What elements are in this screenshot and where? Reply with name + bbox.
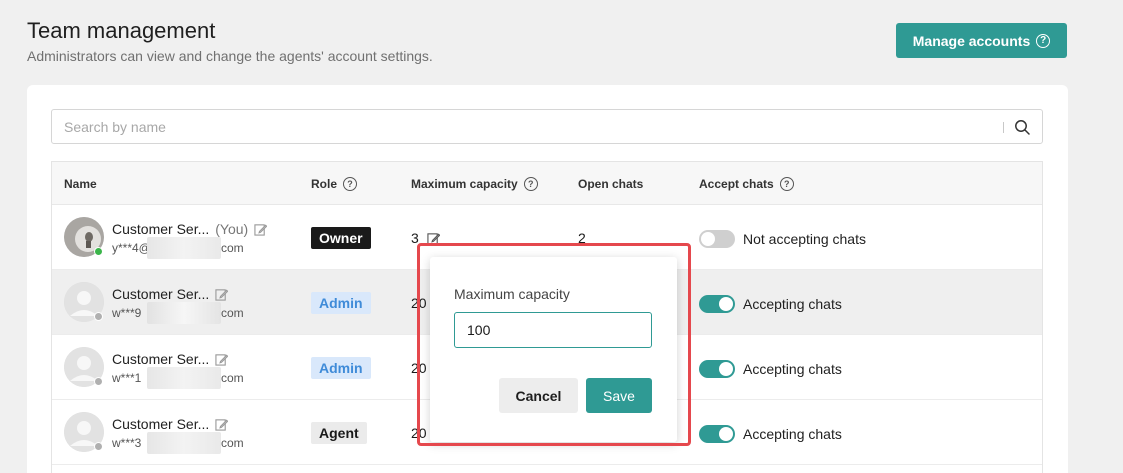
agent-name: Customer Ser... xyxy=(112,416,229,432)
agent-email: y***4@ xyxy=(112,241,151,255)
accept-chats-toggle[interactable] xyxy=(699,230,735,248)
agent-email: w***1 xyxy=(112,371,142,385)
col-role: Role? xyxy=(311,177,358,191)
help-icon[interactable]: ? xyxy=(1036,33,1051,48)
accept-status-label: Accepting chats xyxy=(743,361,842,377)
offline-status-dot xyxy=(94,442,103,451)
offline-status-dot xyxy=(94,377,103,386)
accept-help-icon[interactable]: ? xyxy=(779,177,794,191)
edit-icon[interactable] xyxy=(215,353,229,366)
agent-email-suffix: com xyxy=(221,306,244,320)
accept-status-label: Accepting chats xyxy=(743,426,842,442)
agent-email-suffix: com xyxy=(221,436,244,450)
online-status-dot xyxy=(94,247,103,256)
search-divider xyxy=(1003,122,1004,133)
page-subtitle: Administrators can view and change the a… xyxy=(27,48,433,64)
accept-chats-toggle[interactable] xyxy=(699,295,735,313)
accept-status-label: Not accepting chats xyxy=(743,231,866,247)
annotation-highlight-box xyxy=(417,243,691,446)
col-accept-chats: Accept chats? xyxy=(699,177,794,191)
search-icon[interactable] xyxy=(1014,119,1030,135)
search-placeholder: Search by name xyxy=(64,118,166,135)
redacted-email xyxy=(147,237,221,259)
accept-chats-toggle[interactable] xyxy=(699,425,735,443)
redacted-email xyxy=(147,367,221,389)
table-header: Name Role? Maximum capacity? Open chats … xyxy=(52,162,1042,205)
role-badge: Agent xyxy=(311,422,367,444)
agent-email-suffix: com xyxy=(221,241,244,255)
col-max-capacity: Maximum capacity? xyxy=(411,177,538,191)
edit-icon[interactable] xyxy=(254,223,268,236)
accept-chats-toggle[interactable] xyxy=(699,360,735,378)
manage-accounts-label: Manage accounts xyxy=(912,32,1031,49)
edit-icon[interactable] xyxy=(215,418,229,431)
role-badge: Owner xyxy=(311,227,371,249)
toggle-knob xyxy=(701,232,715,246)
redacted-email xyxy=(147,302,221,324)
agent-email: w***9 xyxy=(112,306,142,320)
offline-status-dot xyxy=(94,312,103,321)
redacted-email xyxy=(147,432,221,454)
role-help-icon[interactable]: ? xyxy=(343,177,358,191)
agent-email: w***3 xyxy=(112,436,142,450)
capacity-help-icon[interactable]: ? xyxy=(523,177,538,191)
col-name: Name xyxy=(64,177,97,191)
toggle-knob xyxy=(719,427,733,441)
agent-email-suffix: com xyxy=(221,371,244,385)
agent-name: Customer Ser... xyxy=(112,351,229,367)
agent-name: Customer Ser... (You) xyxy=(112,221,268,237)
manage-accounts-button[interactable]: Manage accounts ? xyxy=(896,23,1067,58)
toggle-knob xyxy=(719,297,733,311)
col-open-chats: Open chats xyxy=(578,177,644,191)
toggle-knob xyxy=(719,362,733,376)
role-badge: Admin xyxy=(311,357,371,379)
page-title: Team management xyxy=(27,18,216,43)
agent-name: Customer Ser... xyxy=(112,286,229,302)
accept-status-label: Accepting chats xyxy=(743,296,842,312)
search-input[interactable]: Search by name xyxy=(51,109,1043,144)
role-badge: Admin xyxy=(311,292,371,314)
edit-icon[interactable] xyxy=(215,288,229,301)
